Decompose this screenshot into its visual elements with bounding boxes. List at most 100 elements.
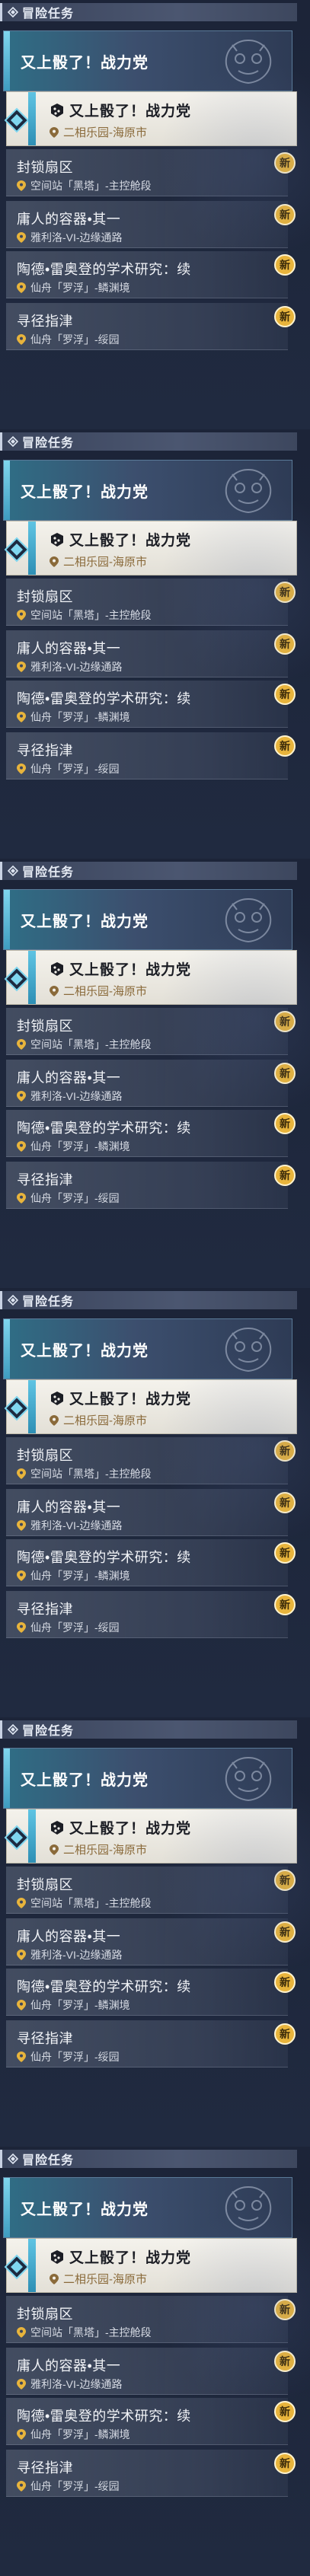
dice-quest-icon: [48, 961, 65, 977]
quest-list-item[interactable]: 封锁扇区 空间站「黑塔」-主控舱段 新: [6, 1437, 296, 1484]
quest-list-item[interactable]: 陶德•雷奥登的学术研究：续 仙舟「罗浮」-鳞渊境 新: [6, 251, 296, 298]
quest-location-row: 雅利洛-VI-边缘通路: [17, 1518, 123, 1533]
quest-list-item[interactable]: 庸人的容器•其一 雅利洛-VI-边缘通路 新: [6, 2348, 296, 2395]
quest-list-item[interactable]: 封锁扇区 空间站「黑塔」-主控舱段 新: [6, 1008, 296, 1055]
banner-title: 又上骰了！战力党: [21, 2201, 149, 2218]
map-pin-icon: [17, 2000, 26, 2010]
svg-text:新: 新: [280, 2457, 290, 2470]
quest-list-item[interactable]: 庸人的容器•其一 雅利洛-VI-边缘通路 新: [6, 1060, 296, 1107]
selected-accent-bar: [28, 521, 36, 575]
quest-diamond-icon: [7, 2153, 19, 2165]
quest-list-item[interactable]: 陶德•雷奥登的学术研究：续 仙舟「罗浮」-鳞渊境 新: [6, 2398, 296, 2445]
svg-text:新: 新: [280, 209, 290, 222]
svg-text:新: 新: [280, 1067, 290, 1080]
quest-diamond-icon: [7, 1723, 19, 1736]
quest-list-item[interactable]: 庸人的容器•其一 雅利洛-VI-边缘通路 新: [6, 630, 296, 677]
selection-marker-icon: [4, 966, 30, 992]
quest-location-row: 空间站「黑塔」-主控舱段: [17, 1037, 152, 1052]
quest-category-banner[interactable]: 又上骰了！战力党: [3, 1318, 292, 1379]
selected-quest-item[interactable]: 又上骰了！战力党 二相乐园-海原市: [4, 1379, 297, 1434]
quest-category-banner[interactable]: 又上骰了！战力党: [3, 460, 292, 521]
quest-location-row: 雅利洛-VI-边缘通路: [17, 230, 123, 245]
quest-list-item[interactable]: 寻径指津 仙舟「罗浮」-绥园 新: [6, 1162, 296, 1209]
quest-list-item[interactable]: 庸人的容器•其一 雅利洛-VI-边缘通路 新: [6, 201, 296, 248]
quest-location: 雅利洛-VI-边缘通路: [30, 1519, 123, 1532]
map-pin-icon: [17, 2379, 26, 2389]
quest-list-item[interactable]: 寻径指津 仙舟「罗浮」-绥园 新: [6, 732, 296, 779]
selection-marker-icon: [4, 1395, 30, 1421]
selected-quest-item[interactable]: 又上骰了！战力党 二相乐园-海原市: [4, 91, 297, 146]
svg-text:新: 新: [280, 2303, 290, 2316]
new-badge-icon: 新: [273, 1163, 297, 1188]
panel-header: 冒险任务: [0, 432, 297, 451]
selected-quest-title: 又上骰了！战力党: [69, 104, 192, 120]
quest-list-item[interactable]: 庸人的容器•其一 雅利洛-VI-边缘通路 新: [6, 1918, 296, 1965]
quest-list-item[interactable]: 封锁扇区 空间站「黑塔」-主控舱段 新: [6, 1867, 296, 1914]
quest-list-item[interactable]: 寻径指津 仙舟「罗浮」-绥园 新: [6, 1591, 296, 1638]
selection-marker-icon: [4, 2254, 30, 2280]
map-pin-icon: [50, 985, 59, 996]
new-badge-icon: 新: [273, 1009, 297, 1034]
svg-text:新: 新: [280, 157, 290, 170]
quest-location: 雅利洛-VI-边缘通路: [30, 1090, 123, 1102]
svg-text:新: 新: [280, 740, 290, 753]
quest-list-item[interactable]: 封锁扇区 空间站「黑塔」-主控舱段 新: [6, 579, 296, 626]
selected-location-row: 二相乐园-海原市: [50, 1412, 147, 1428]
map-pin-icon: [17, 232, 26, 243]
quest-location-row: 雅利洛-VI-边缘通路: [17, 1089, 123, 1104]
quest-location: 仙舟「罗浮」-绥园: [30, 2051, 120, 2063]
panel-title: 冒险任务: [22, 437, 75, 450]
quest-title: 陶德•雷奥登的学术研究：续: [17, 1121, 191, 1136]
quest-list-item[interactable]: 封锁扇区 空间站「黑塔」-主控舱段 新: [6, 149, 296, 196]
panel-title: 冒险任务: [22, 866, 75, 879]
new-badge-icon: 新: [273, 1592, 297, 1617]
svg-text:新: 新: [280, 688, 290, 701]
quest-title: 庸人的容器•其一: [17, 641, 121, 656]
quest-location-row: 仙舟「罗浮」-绥园: [17, 1620, 120, 1635]
quest-diamond-icon: [7, 6, 19, 18]
quest-list-item[interactable]: 陶德•雷奥登的学术研究：续 仙舟「罗浮」-鳞渊境 新: [6, 1539, 296, 1586]
map-pin-icon: [17, 2052, 26, 2062]
map-pin-icon: [17, 610, 26, 620]
selected-title-row: 又上骰了！战力党: [48, 100, 191, 120]
map-pin-icon: [17, 1468, 26, 1479]
selected-accent-bar: [28, 1809, 36, 1863]
quest-category-banner[interactable]: 又上骰了！战力党: [3, 1748, 292, 1809]
map-pin-icon: [17, 1039, 26, 1050]
map-pin-icon: [17, 2481, 26, 2492]
quest-title: 陶德•雷奥登的学术研究：续: [17, 262, 191, 277]
new-badge-icon: 新: [273, 1920, 297, 1944]
svg-text:新: 新: [280, 638, 290, 651]
selected-quest-item[interactable]: 又上骰了！战力党 二相乐园-海原市: [4, 1809, 297, 1863]
quest-list-item[interactable]: 寻径指津 仙舟「罗浮」-绥园 新: [6, 303, 296, 350]
dice-quest-icon: [48, 1819, 65, 1836]
quest-category-banner[interactable]: 又上骰了！战力党: [3, 30, 292, 91]
selected-quest-item[interactable]: 又上骰了！战力党 二相乐园-海原市: [4, 950, 297, 1005]
selected-quest-item[interactable]: 又上骰了！战力党 二相乐园-海原市: [4, 2238, 297, 2293]
map-pin-icon: [17, 662, 26, 672]
faction-emblem-icon: [222, 1325, 275, 1374]
map-pin-icon: [50, 1414, 59, 1426]
quest-location: 雅利洛-VI-边缘通路: [30, 2378, 123, 2390]
quest-category-banner[interactable]: 又上骰了！战力党: [3, 2177, 292, 2238]
quest-list-item[interactable]: 封锁扇区 空间站「黑塔」-主控舱段 新: [6, 2296, 296, 2343]
quest-list-item[interactable]: 陶德•雷奥登的学术研究：续 仙舟「罗浮」-鳞渊境 新: [6, 1969, 296, 2016]
selected-location-row: 二相乐园-海原市: [50, 1841, 147, 1857]
quest-list-item[interactable]: 寻径指津 仙舟「罗浮」-绥园 新: [6, 2450, 296, 2497]
quest-category-banner[interactable]: 又上骰了！战力党: [3, 889, 292, 950]
quest-list-item[interactable]: 陶德•雷奥登的学术研究：续 仙舟「罗浮」-鳞渊境 新: [6, 681, 296, 728]
quest-list-item[interactable]: 寻径指津 仙舟「罗浮」-绥园 新: [6, 2020, 296, 2067]
map-pin-icon: [17, 2429, 26, 2440]
selected-quest-item[interactable]: 又上骰了！战力党 二相乐园-海原市: [4, 521, 297, 575]
quest-location: 仙舟「罗浮」-鳞渊境: [30, 1570, 130, 1582]
quest-title: 封锁扇区: [17, 2307, 73, 2322]
svg-text:新: 新: [280, 1926, 290, 1939]
quest-list-item[interactable]: 庸人的容器•其一 雅利洛-VI-边缘通路 新: [6, 1489, 296, 1536]
svg-text:新: 新: [280, 1497, 290, 1510]
quest-list-item[interactable]: 陶德•雷奥登的学术研究：续 仙舟「罗浮」-鳞渊境 新: [6, 1110, 296, 1157]
selected-quest-location: 二相乐园-海原市: [63, 1414, 147, 1427]
quest-location-row: 空间站「黑塔」-主控舱段: [17, 178, 152, 193]
svg-text:新: 新: [280, 1599, 290, 1612]
quest-title: 庸人的容器•其一: [17, 1070, 121, 1086]
new-badge-icon: 新: [273, 2022, 297, 2046]
